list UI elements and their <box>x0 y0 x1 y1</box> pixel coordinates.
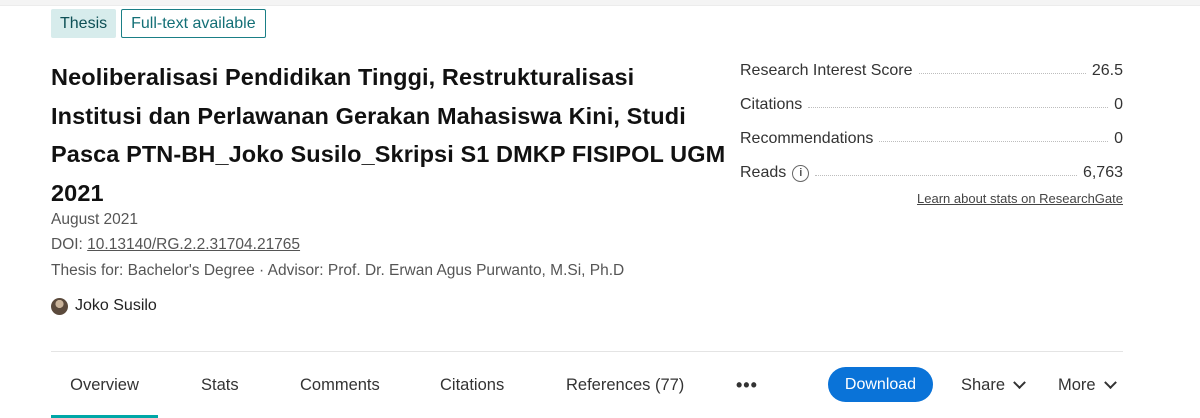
more-label: More <box>1058 376 1096 394</box>
stat-label: Citations <box>740 96 803 113</box>
chevron-down-icon <box>1103 375 1117 389</box>
full-text-badge[interactable]: Full-text available <box>121 9 266 38</box>
author-item[interactable]: Joko Susilo <box>51 297 157 315</box>
stat-value: 26.5 <box>1091 62 1123 79</box>
publication-title: Neoliberalisasi Pendidikan Tinggi, Restr… <box>51 64 726 206</box>
badge-group: Thesis Full-text available <box>51 9 266 38</box>
divider <box>51 351 1123 352</box>
more-options-icon[interactable]: ••• <box>736 358 758 412</box>
stat-value: 0 <box>1114 130 1123 147</box>
share-dropdown[interactable]: Share <box>961 367 1026 403</box>
tab-overview[interactable]: Overview <box>51 358 158 412</box>
publication-date: August 2021 <box>51 211 139 228</box>
stat-row-citations: Citations 0 <box>740 88 1123 122</box>
stats-panel: Research Interest Score 26.5 Citations 0… <box>740 54 1123 206</box>
download-button[interactable]: Download <box>828 367 933 402</box>
tab-comments[interactable]: Comments <box>300 358 380 412</box>
doi-line: DOI: 10.13140/RG.2.2.31704.21765 <box>51 236 300 254</box>
stat-label: Research Interest Score <box>740 62 913 79</box>
info-circle-icon[interactable]: i <box>792 164 810 182</box>
more-dropdown[interactable]: More <box>1058 367 1117 403</box>
stat-label-text: Reads <box>740 164 787 181</box>
dotted-leader <box>815 174 1077 176</box>
chevron-down-icon <box>1013 375 1026 389</box>
stat-row-recommendations: Recommendations 0 <box>740 122 1123 156</box>
share-label: Share <box>961 376 1006 394</box>
learn-about-stats-link[interactable]: Learn about stats on ResearchGate <box>917 191 1123 206</box>
dotted-leader <box>918 72 1086 74</box>
stat-value: 6,763 <box>1082 164 1123 181</box>
dotted-leader <box>879 140 1109 142</box>
top-edge <box>0 0 1200 6</box>
tab-citations[interactable]: Citations <box>440 358 504 412</box>
thesis-info: Thesis for: Bachelor's Degree · Advisor:… <box>51 262 625 279</box>
author-name[interactable]: Joko Susilo <box>75 297 157 315</box>
publication-type-badge: Thesis <box>51 9 117 38</box>
doi-label: DOI: <box>51 236 88 253</box>
stat-label-reads: Reads i <box>740 164 810 182</box>
tab-references[interactable]: References (77) <box>566 358 684 412</box>
avatar <box>51 297 68 315</box>
stat-row-research-interest: Research Interest Score 26.5 <box>740 54 1123 88</box>
tab-stats[interactable]: Stats <box>201 358 239 412</box>
stat-row-reads: Reads i 6,763 <box>740 156 1123 190</box>
doi-link[interactable]: 10.13140/RG.2.2.31704.21765 <box>87 236 300 253</box>
dotted-leader <box>808 106 1109 108</box>
stat-label: Recommendations <box>740 130 874 147</box>
stat-value: 0 <box>1114 96 1123 113</box>
